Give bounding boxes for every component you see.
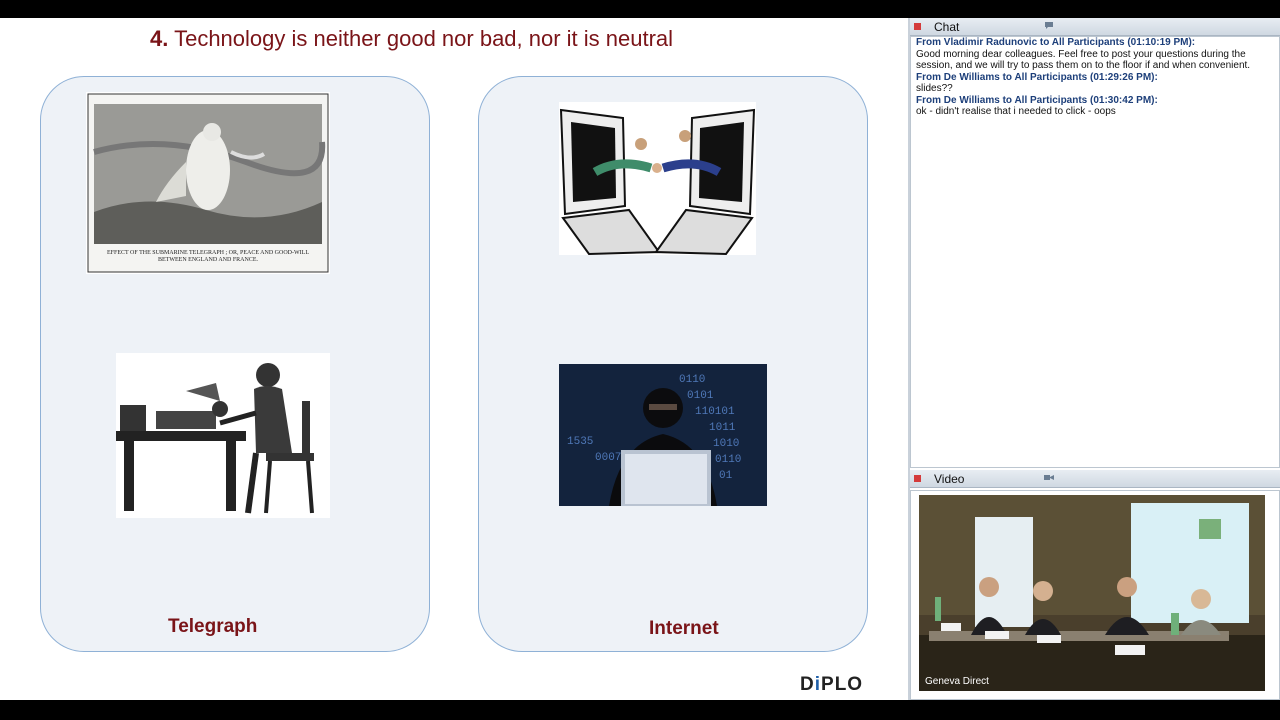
chat-message-sender: From De Williams to All Participants (01… bbox=[916, 94, 1158, 106]
video-pod-header[interactable]: Video bbox=[910, 470, 1280, 488]
svg-text:0110: 0110 bbox=[679, 374, 705, 386]
diplo-logo: DiPLO bbox=[800, 674, 864, 695]
telegraph-caption: Telegraph bbox=[168, 616, 258, 637]
chat-message-text: ok - didn't realise that i needed to cli… bbox=[916, 106, 1116, 117]
presentation-slide: 4. Technology is neither good nor bad, n… bbox=[0, 18, 908, 700]
svg-text:1011: 1011 bbox=[709, 422, 736, 434]
chat-message-list[interactable]: From Vladimir Radunovic to All Participa… bbox=[910, 36, 1280, 468]
meeting-sidebar: Chat From Vladimir Radunovic to All Part… bbox=[910, 18, 1280, 700]
chat-bubble-icon[interactable] bbox=[1044, 21, 1054, 30]
svg-text:110101: 110101 bbox=[695, 406, 735, 418]
svg-text:01: 01 bbox=[719, 470, 733, 482]
svg-text:0110: 0110 bbox=[715, 454, 741, 466]
submarine-telegraph-engraving: EFFECT OF THE SUBMARINE TELEGRAPH ; OR, … bbox=[86, 92, 330, 274]
chat-message: From De Williams to All Participants (01… bbox=[916, 72, 1274, 95]
engraving-caption-line2: BETWEEN ENGLAND AND FRANCE. bbox=[158, 257, 258, 263]
svg-text:0007: 0007 bbox=[595, 452, 621, 464]
video-pod-title: Video bbox=[934, 472, 965, 486]
conference-video-feed[interactable]: Geneva Direct bbox=[919, 495, 1265, 691]
svg-text:0101: 0101 bbox=[687, 390, 714, 402]
chat-pod-title: Chat bbox=[934, 20, 960, 34]
hacker-laptop-photo: 0110 0101 110101 1011 1010 0110 01 1535 0007 bbox=[559, 364, 767, 506]
slide-title-text: Technology is neither good nor bad, nor … bbox=[174, 26, 674, 51]
engraving-caption-line1: EFFECT OF THE SUBMARINE TELEGRAPH ; OR, … bbox=[106, 250, 309, 256]
slide-title-number: 4. bbox=[150, 26, 169, 51]
chat-message: From Vladimir Radunovic to All Participa… bbox=[916, 37, 1274, 72]
chat-message-text: Good morning dear colleagues. Feel free … bbox=[916, 48, 1251, 72]
chat-message-sender: From De Williams to All Participants (01… bbox=[916, 71, 1158, 83]
pod-status-icon bbox=[914, 23, 921, 30]
camera-icon[interactable] bbox=[1044, 473, 1054, 482]
chat-message-text: slides?? bbox=[916, 83, 953, 94]
video-location-label: Geneva Direct bbox=[925, 676, 989, 687]
slide-title: 4. Technology is neither good nor bad, n… bbox=[150, 26, 673, 52]
chat-message-sender: From Vladimir Radunovic to All Participa… bbox=[916, 37, 1196, 48]
pod-status-icon bbox=[914, 475, 921, 482]
svg-text:1535: 1535 bbox=[567, 436, 593, 448]
chat-pod-header[interactable]: Chat bbox=[910, 18, 1280, 36]
svg-text:1010: 1010 bbox=[713, 438, 739, 450]
video-pod: Geneva Direct bbox=[910, 490, 1280, 700]
internet-caption: Internet bbox=[649, 618, 719, 639]
handshake-computers-cartoon bbox=[559, 102, 756, 255]
chat-message: From De Williams to All Participants (01… bbox=[916, 95, 1274, 118]
telegraph-operator-sketch bbox=[116, 353, 330, 518]
